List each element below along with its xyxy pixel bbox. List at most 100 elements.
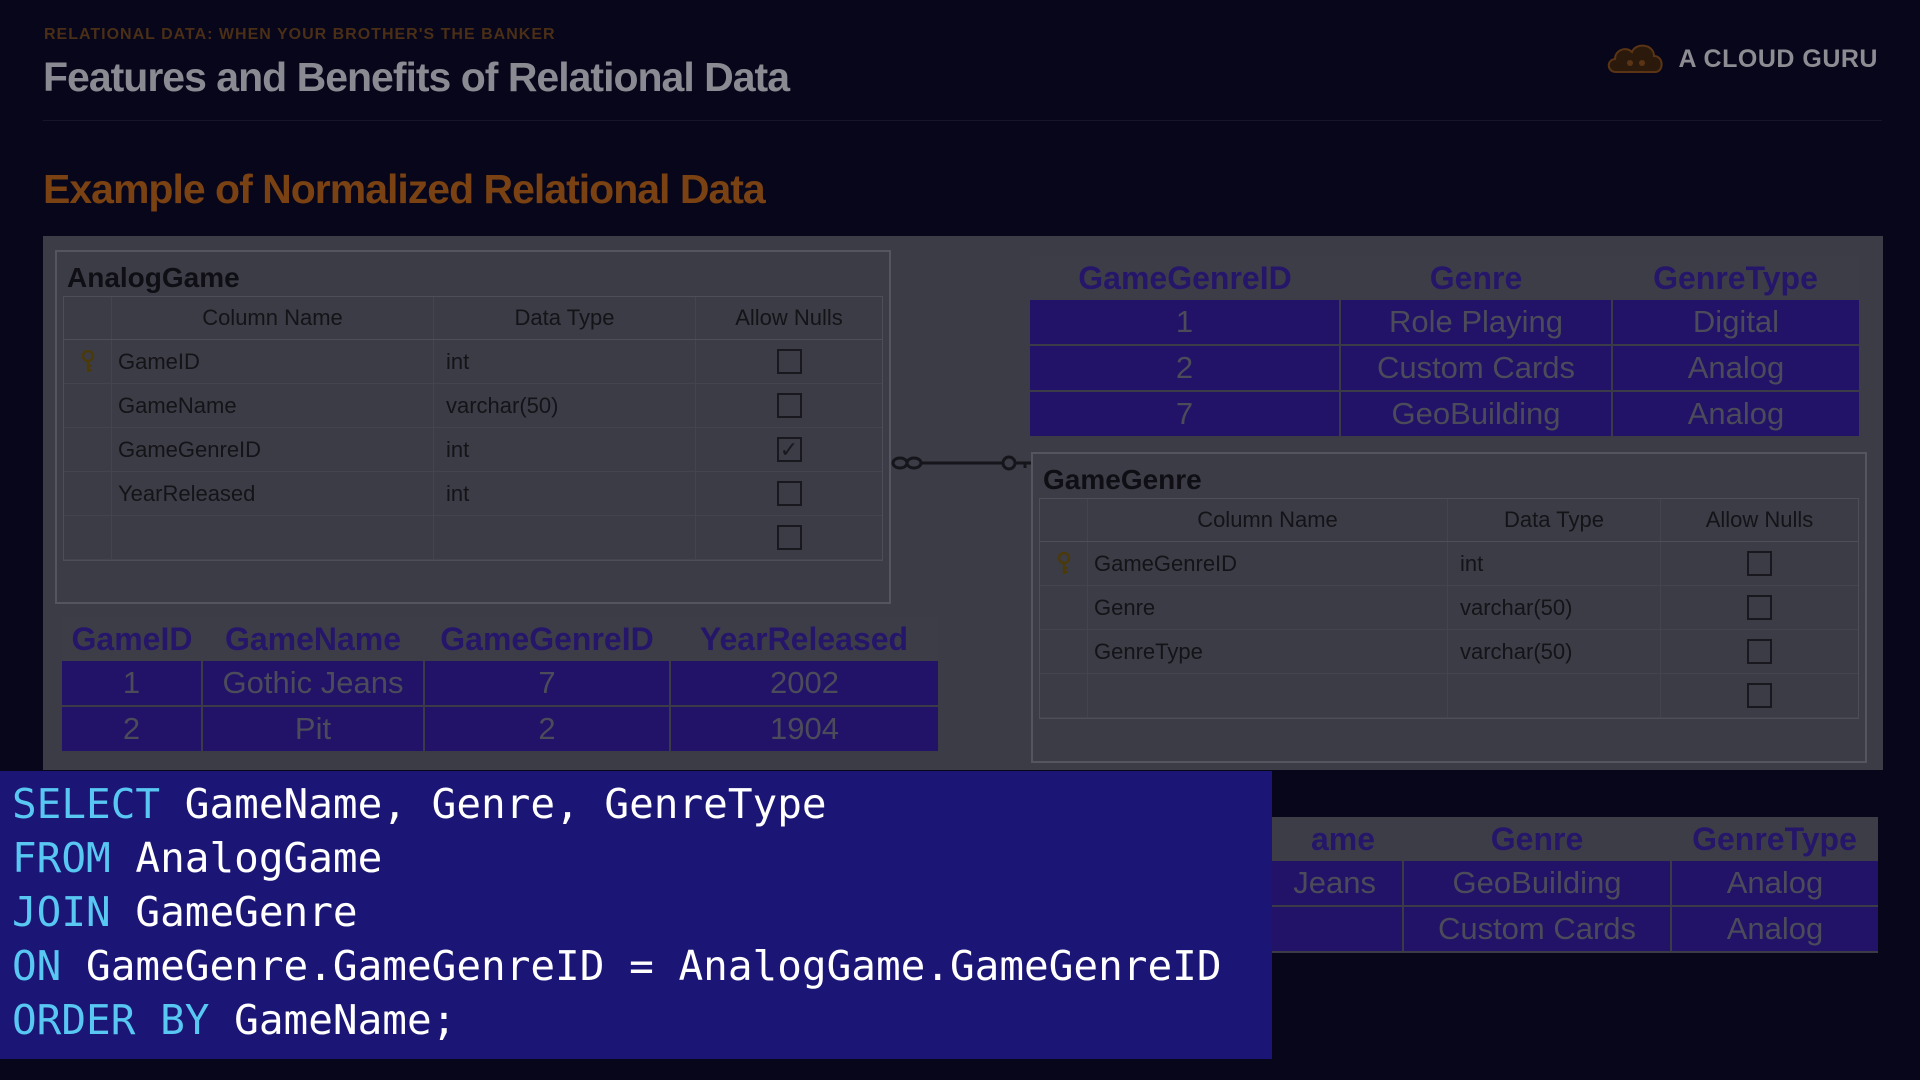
- table-cell: Digital: [1612, 300, 1859, 346]
- header-gamename: GameName: [202, 617, 424, 661]
- designer-row[interactable]: GameName varchar(50): [64, 384, 882, 428]
- allow-nulls-checkbox[interactable]: [1747, 551, 1772, 576]
- designer-title: AnalogGame: [67, 262, 240, 293]
- row-selector[interactable]: [64, 472, 112, 515]
- table-cell: 7: [1030, 391, 1341, 438]
- table-cell: Analog: [1612, 391, 1859, 438]
- allow-nulls-cell: [1661, 630, 1858, 673]
- allow-nulls-checkbox[interactable]: [776, 393, 802, 418]
- row-selector[interactable]: [1040, 674, 1088, 717]
- grid-body: GameID int GameName varchar(50) GameGenreID i…: [64, 340, 882, 560]
- allow-nulls-checkbox[interactable]: [776, 525, 802, 550]
- sql-line-on: ON GameGenre.GameGenreID = AnalogGame.Ga…: [12, 939, 1272, 993]
- table-cell: 1904: [670, 706, 938, 753]
- row-selector[interactable]: [64, 384, 112, 427]
- table-cell: 2: [424, 706, 671, 753]
- header-gameid: GameID: [62, 617, 202, 661]
- sql-line-select: SELECT GameName, Genre, GenreType: [12, 777, 1272, 831]
- data-type-header: Data Type: [1448, 499, 1661, 541]
- designer-row[interactable]: GenreType varchar(50): [1040, 630, 1858, 674]
- row-selector[interactable]: [64, 428, 112, 471]
- table-header-row: GameGenreID Genre GenreType: [1030, 256, 1859, 300]
- game-data-table: GameID GameName GameGenreID YearReleased…: [62, 617, 938, 753]
- relationship-connector[interactable]: [891, 446, 1033, 480]
- data-type-cell[interactable]: int: [434, 428, 696, 471]
- column-name-cell[interactable]: GenreType: [1088, 630, 1448, 673]
- data-type-cell[interactable]: [434, 516, 696, 559]
- allow-nulls-checkbox[interactable]: [1747, 595, 1772, 620]
- allow-nulls-header: Allow Nulls: [1705, 507, 1814, 532]
- sql-text: GameGenre: [110, 888, 358, 936]
- sql-keyword: SELECT: [12, 780, 161, 828]
- row-selector[interactable]: [1040, 630, 1088, 673]
- designer-row[interactable]: Genre varchar(50): [1040, 586, 1858, 630]
- data-type-cell[interactable]: int: [434, 472, 696, 515]
- table-cell: 7: [424, 661, 671, 707]
- grid-header: Column Name Data Type Allow Nulls: [64, 297, 882, 340]
- table-row: 1 Role Playing Digital: [1030, 300, 1859, 346]
- column-name-cell[interactable]: GameName: [112, 384, 434, 427]
- key-end-icon: [1001, 455, 1017, 471]
- table-cell: Gothic Jeans: [202, 661, 425, 707]
- header-genretype: GenreType: [1671, 817, 1878, 861]
- infinity-end-icon: [891, 456, 909, 470]
- sql-line-join: JOIN GameGenre: [12, 885, 1272, 939]
- allow-nulls-cell: [1661, 542, 1858, 585]
- table-header-row: GameID GameName GameGenreID YearReleased: [62, 617, 938, 661]
- column-name-cell[interactable]: [112, 516, 434, 559]
- designer-row[interactable]: [1040, 674, 1858, 718]
- table-cell: 2: [1030, 345, 1341, 392]
- key-column-header: [1040, 499, 1088, 541]
- table-cell: Custom Cards: [1340, 345, 1613, 392]
- table-cell: Analog: [1612, 345, 1859, 392]
- row-selector[interactable]: [64, 516, 112, 559]
- designer-row[interactable]: GameGenreID int: [1040, 542, 1858, 586]
- table-row: 2 Pit 2 1904: [62, 706, 938, 753]
- table-row: 2 Custom Cards Analog: [1030, 345, 1859, 392]
- allow-nulls-cell: [696, 340, 882, 383]
- row-selector[interactable]: [1040, 542, 1088, 585]
- designer-row[interactable]: GameID int: [64, 340, 882, 384]
- column-name-cell[interactable]: GameGenreID: [112, 428, 434, 471]
- column-name-cell[interactable]: [1088, 674, 1448, 717]
- allow-nulls-cell: [1661, 586, 1858, 629]
- table-cell: Analog: [1671, 861, 1878, 907]
- allow-nulls-checkbox[interactable]: [1747, 683, 1772, 708]
- sql-text: GameGenre.GameGenreID = AnalogGame.GameG…: [61, 942, 1222, 990]
- designer-title: GameGenre: [1043, 464, 1202, 495]
- allow-nulls-cell: [696, 384, 882, 427]
- allow-nulls-checkbox[interactable]: ✓: [776, 437, 802, 462]
- designer-row[interactable]: YearReleased int: [64, 472, 882, 516]
- header-genretype: GenreType: [1612, 256, 1859, 300]
- slide-title: Features and Benefits of Relational Data: [43, 54, 790, 100]
- designer-row[interactable]: [64, 516, 882, 560]
- allow-nulls-checkbox[interactable]: [776, 481, 802, 506]
- grid-header: Column Name Data Type Allow Nulls: [1040, 499, 1858, 542]
- cloud-icon: [1604, 38, 1666, 81]
- genre-data-table: GameGenreID Genre GenreType 1 Role Playi…: [1030, 256, 1859, 438]
- column-name-cell[interactable]: GameID: [112, 340, 434, 383]
- allow-nulls-checkbox[interactable]: [1747, 639, 1772, 664]
- data-type-cell[interactable]: varchar(50): [434, 384, 696, 427]
- game-genre-designer[interactable]: GameGenre Column Name Data Type Allow Nu…: [1031, 452, 1867, 763]
- data-type-cell[interactable]: varchar(50): [1448, 586, 1661, 629]
- row-selector[interactable]: [64, 340, 112, 383]
- designer-row[interactable]: GameGenreID int ✓: [64, 428, 882, 472]
- column-name-cell[interactable]: YearReleased: [112, 472, 434, 515]
- analog-game-designer[interactable]: AnalogGame Column Name Data Type Allow N…: [55, 250, 891, 604]
- header-genre: Genre: [1340, 256, 1612, 300]
- sql-line-order-by: ORDER BY GameName;: [12, 993, 1272, 1047]
- table-row: 1 Gothic Jeans 7 2002: [62, 661, 938, 707]
- column-name-cell[interactable]: Genre: [1088, 586, 1448, 629]
- table-cell: Pit: [202, 706, 425, 753]
- brand-logo: A CLOUD GURU: [1604, 38, 1878, 81]
- data-type-cell[interactable]: varchar(50): [1448, 630, 1661, 673]
- allow-nulls-checkbox[interactable]: [776, 349, 802, 374]
- data-type-cell[interactable]: int: [434, 340, 696, 383]
- column-name-cell[interactable]: GameGenreID: [1088, 542, 1448, 585]
- row-selector[interactable]: [1040, 586, 1088, 629]
- table-cell: GeoBuilding: [1340, 391, 1613, 438]
- data-type-cell[interactable]: int: [1448, 542, 1661, 585]
- sql-keyword: JOIN: [12, 888, 111, 936]
- data-type-cell[interactable]: [1448, 674, 1661, 717]
